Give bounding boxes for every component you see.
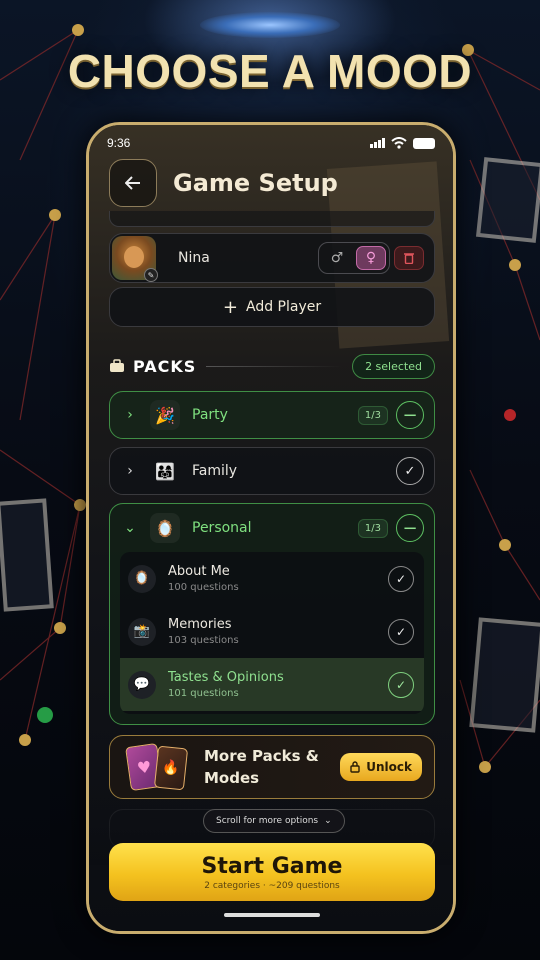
- personal-subcategory-list: 🪞 About Me 100 questions ✓ 📸 Memories 10…: [120, 552, 424, 714]
- promo-headline: CHOOSE A MOOD: [67, 45, 473, 97]
- home-indicator: [224, 913, 320, 917]
- edit-avatar-icon[interactable]: ✎: [144, 268, 158, 282]
- pack-name: Personal: [192, 520, 252, 536]
- avatar[interactable]: ✎: [112, 236, 158, 282]
- unlock-button[interactable]: Unlock: [340, 753, 422, 781]
- add-player-button[interactable]: + Add Player: [109, 287, 435, 327]
- deselect-pack-button[interactable]: −: [396, 514, 424, 542]
- subcategory-tastes-opinions[interactable]: 💬 Tastes & Opinions 101 questions ✓: [120, 658, 424, 711]
- signal-icon: [370, 138, 385, 148]
- selected-count-badge: 2 selected: [352, 353, 435, 379]
- chevron-down-icon[interactable]: ⌄: [110, 520, 150, 536]
- chevron-right-icon[interactable]: ›: [110, 463, 150, 479]
- lock-icon: [350, 761, 360, 773]
- gender-toggle: ♂ ♀: [318, 242, 390, 274]
- mirror-icon: 🪞: [150, 513, 180, 543]
- divider: [206, 365, 343, 367]
- pack-name: Family: [192, 463, 238, 479]
- chevron-right-icon[interactable]: ›: [110, 407, 150, 423]
- flame-icon: 🔥: [153, 745, 189, 791]
- plus-icon: +: [222, 296, 238, 318]
- check-icon[interactable]: ✓: [388, 618, 414, 645]
- more-packs-text: More Packs & Modes: [204, 745, 340, 789]
- scroll-hint-label: Scroll for more options: [216, 816, 319, 826]
- previous-player-card: [109, 211, 435, 227]
- player-row: ✎ Nina ♂ ♀: [109, 233, 435, 283]
- add-player-label: Add Player: [245, 299, 322, 315]
- start-game-label: Start Game: [201, 853, 343, 879]
- female-button[interactable]: ♀: [356, 246, 386, 270]
- start-game-summary: 2 categories · ~209 questions: [204, 880, 340, 891]
- more-packs-line2: Modes: [204, 769, 260, 787]
- pack-party[interactable]: › 🎉 Party 1/3 −: [109, 391, 435, 439]
- pack-fraction: 1/3: [357, 518, 388, 538]
- deselect-pack-button[interactable]: −: [396, 401, 424, 429]
- cards-illustration: ♥ 🔥: [124, 741, 194, 793]
- more-packs-banner[interactable]: ♥ 🔥 More Packs & Modes Unlock: [109, 735, 435, 799]
- packs-header: PACKS 2 selected: [109, 351, 435, 381]
- pack-check-button[interactable]: ✓: [396, 457, 424, 485]
- pack-family[interactable]: › 👨‍👩‍👧 Family ✓: [109, 447, 435, 495]
- start-game-button[interactable]: Start Game 2 categories · ~209 questions: [109, 843, 435, 901]
- back-button[interactable]: [109, 159, 157, 207]
- delete-player-button[interactable]: [394, 246, 424, 270]
- check-icon[interactable]: ✓: [388, 671, 414, 698]
- more-packs-line1: More Packs &: [204, 747, 319, 765]
- subcategory-count: 103 questions: [168, 635, 239, 646]
- subcategory-count: 100 questions: [168, 582, 239, 593]
- chevron-down-icon: ⌄: [324, 816, 332, 826]
- arrow-left-icon: [125, 176, 140, 190]
- speech-bubble-icon: 💬: [128, 670, 156, 699]
- background-photo: [469, 617, 540, 733]
- pack-fraction: 1/3: [357, 405, 388, 425]
- subcategory-title: About Me: [168, 564, 230, 579]
- background-photo: [0, 498, 54, 612]
- packs-label: PACKS: [133, 356, 197, 376]
- status-time: 9:36: [107, 136, 131, 150]
- pack-personal-header[interactable]: ⌄ 🪞 Personal 1/3 −: [110, 504, 434, 552]
- subcategory-count: 101 questions: [168, 688, 239, 699]
- battery-icon: [413, 137, 435, 149]
- background-photo: [475, 157, 540, 243]
- page-title: Game Setup: [173, 169, 338, 197]
- subcategory-about-me[interactable]: 🪞 About Me 100 questions ✓: [120, 552, 424, 605]
- subcategory-title: Memories: [168, 617, 232, 632]
- party-popper-icon: 🎉: [150, 400, 180, 430]
- unlock-label: Unlock: [366, 760, 412, 774]
- wifi-icon: [391, 137, 407, 149]
- trash-icon: [404, 253, 414, 264]
- scroll-hint: Scroll for more options ⌄: [203, 809, 345, 833]
- mirror-icon: 🪞: [128, 564, 156, 593]
- phone-frame: 9:36 Game Setup ✎ Nina ♂ ♀ + Add Player …: [86, 122, 456, 934]
- briefcase-icon: [110, 359, 124, 372]
- male-button[interactable]: ♂: [322, 246, 352, 270]
- family-icon: 👨‍👩‍👧: [155, 461, 175, 481]
- player-name[interactable]: Nina: [178, 250, 318, 266]
- pack-name: Party: [192, 407, 228, 423]
- check-icon[interactable]: ✓: [388, 565, 414, 592]
- subcategory-title: Tastes & Opinions: [168, 670, 284, 685]
- status-bar: 9:36: [107, 133, 435, 153]
- subcategory-memories[interactable]: 📸 Memories 103 questions ✓: [120, 605, 424, 658]
- camera-icon: 📸: [128, 617, 156, 646]
- pack-personal: ⌄ 🪞 Personal 1/3 − 🪞 About Me 100 questi…: [109, 503, 435, 725]
